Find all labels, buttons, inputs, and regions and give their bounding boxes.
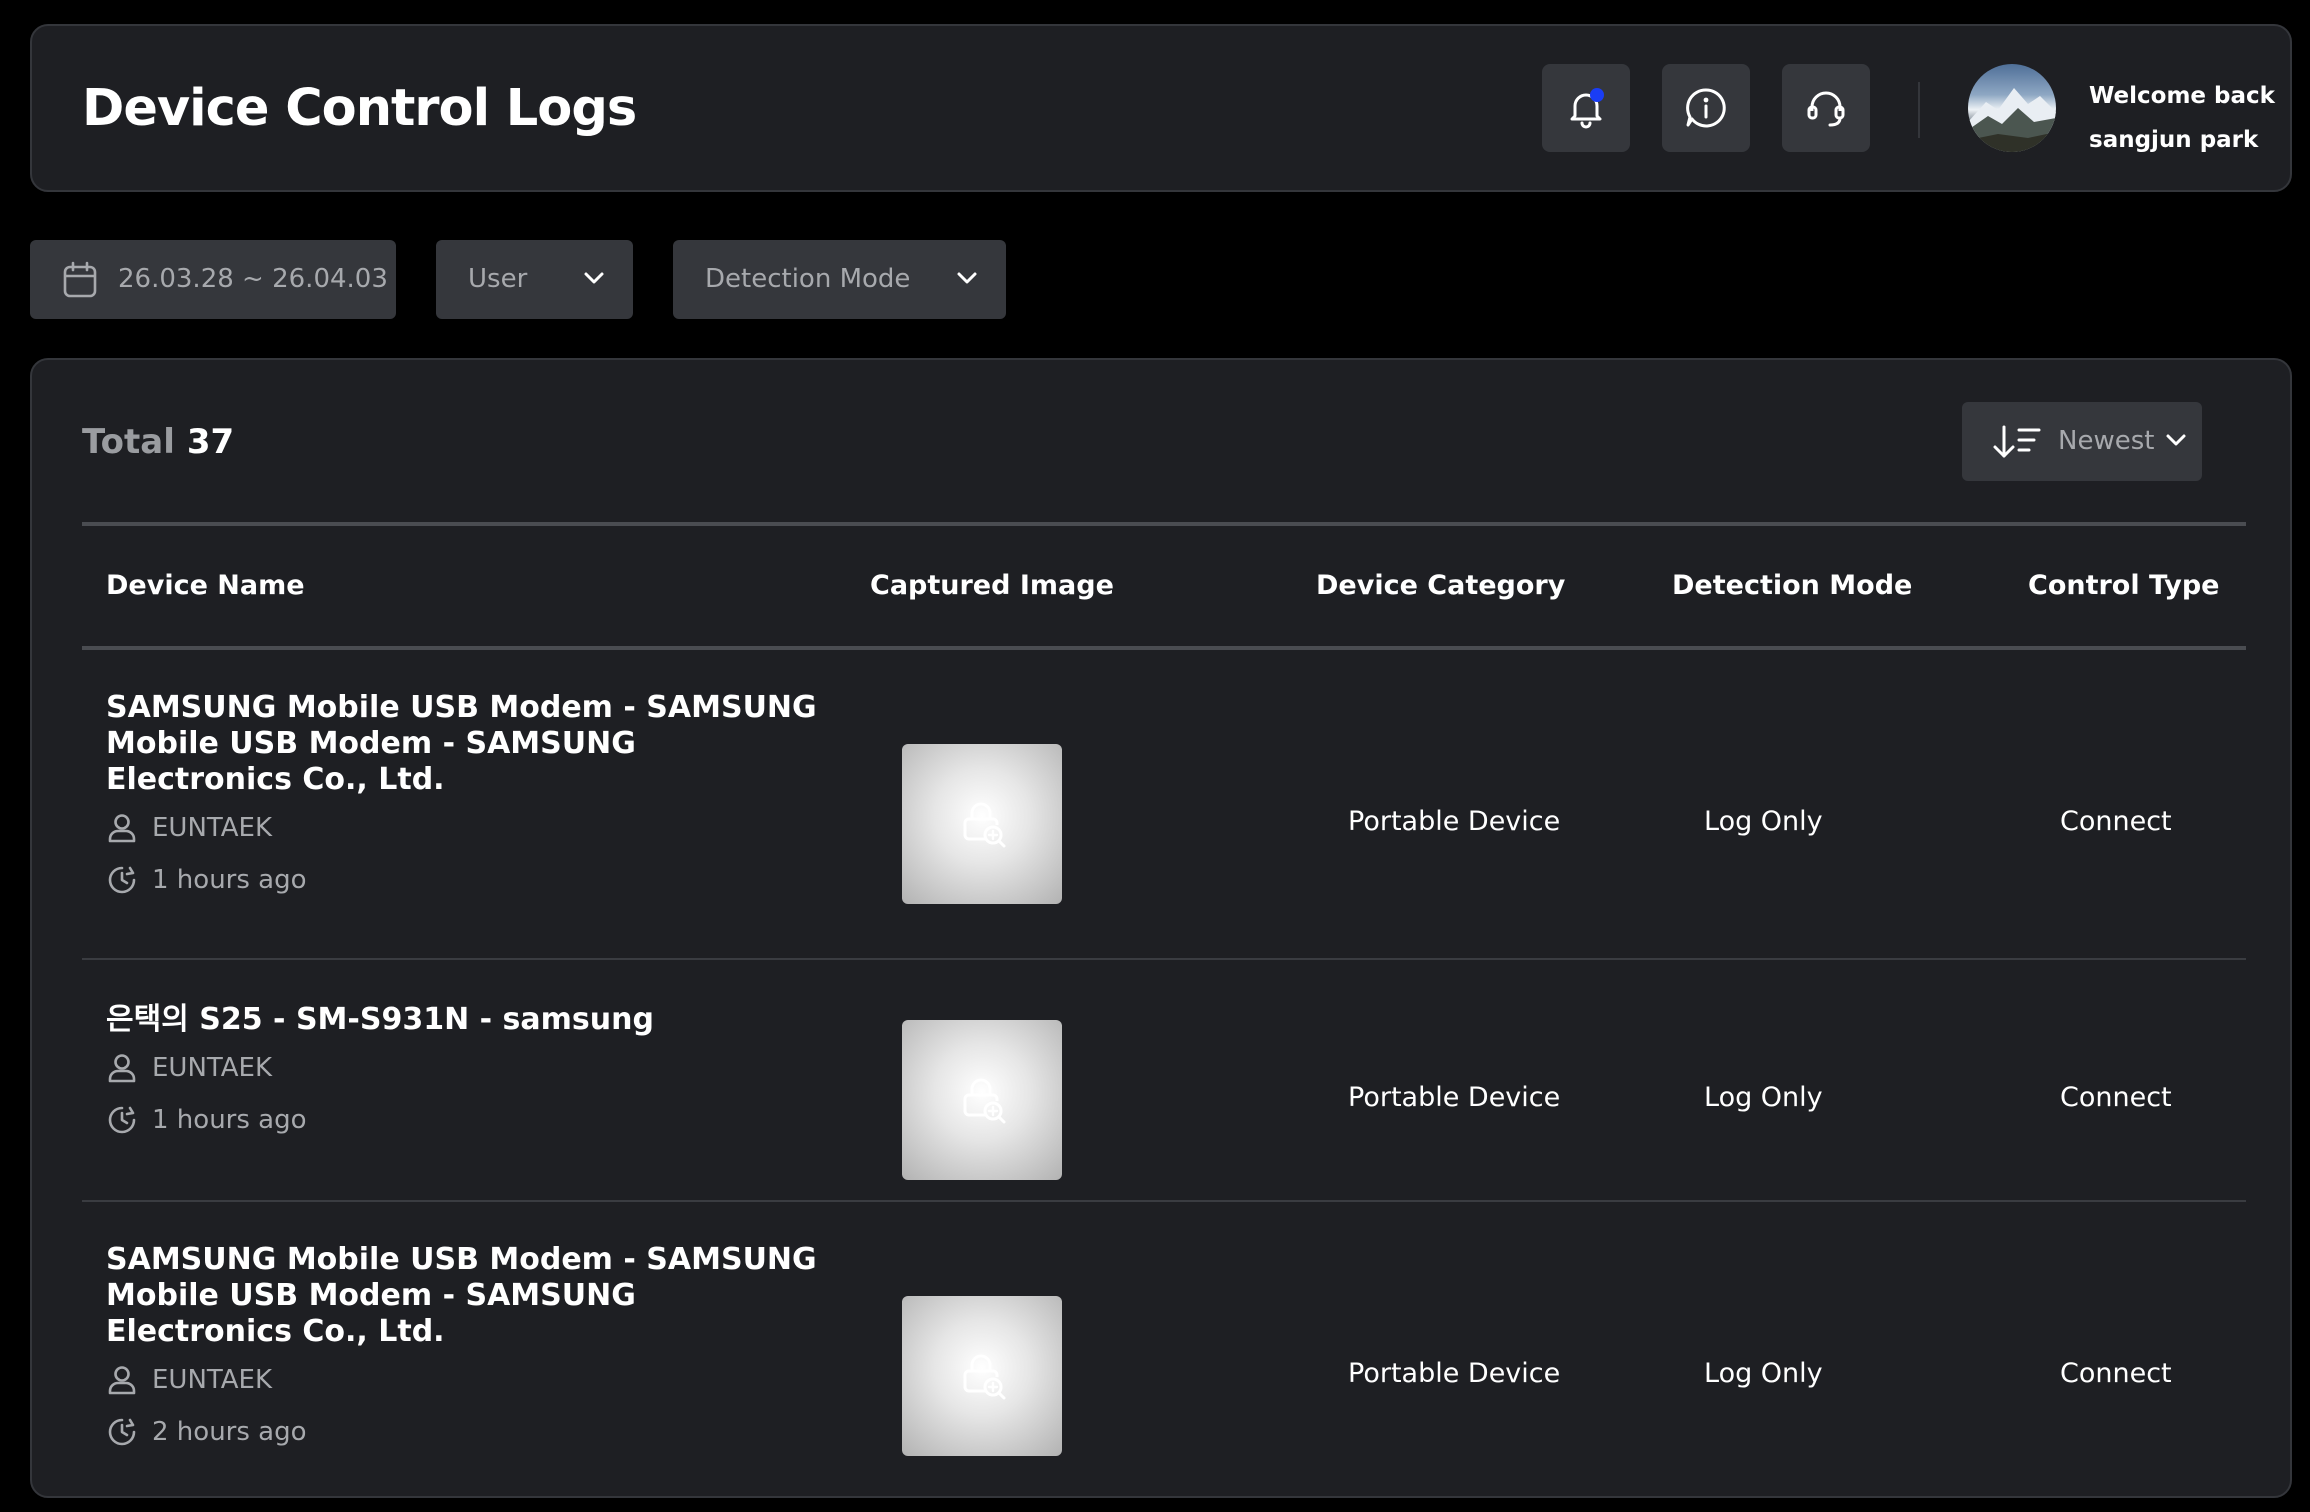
chevron-down-icon (957, 272, 977, 284)
detection-mode-filter-label: Detection Mode (705, 264, 911, 294)
history-clock-icon (108, 1418, 136, 1446)
row-divider (82, 958, 2246, 960)
user-icon (108, 1366, 136, 1395)
avatar[interactable] (1968, 64, 2056, 152)
bell-icon (1570, 88, 1604, 129)
device-category: Portable Device (1348, 1082, 1561, 1113)
mountain-photo (1968, 88, 2056, 152)
notifications-button[interactable] (1542, 64, 1630, 152)
table-row[interactable]: 은택의 S25 - SM-S931N - samsung EUNTAEK 1 h… (82, 1002, 2246, 1202)
header-divider (1918, 82, 1920, 138)
user-filter-label: User (468, 264, 528, 294)
row-user-name: EUNTAEK (152, 1365, 273, 1395)
row-time-ago: 2 hours ago (152, 1417, 307, 1447)
history-clock-icon (108, 1106, 136, 1134)
locked-image-search-icon (963, 1078, 1006, 1124)
sort-dropdown[interactable]: Newest (1962, 402, 2202, 481)
captured-image-thumbnail[interactable] (902, 744, 1062, 904)
control-type: Connect (2060, 1082, 2172, 1113)
sort-label: Newest (2058, 426, 2155, 456)
row-user-name: EUNTAEK (152, 813, 273, 843)
info-button[interactable] (1662, 64, 1750, 152)
row-time: 2 hours ago (106, 1416, 307, 1448)
column-header-detection-mode: Detection Mode (1672, 570, 1913, 601)
history-clock-icon (108, 866, 136, 894)
device-category: Portable Device (1348, 1358, 1561, 1389)
total-label: Total (82, 422, 175, 462)
row-user: EUNTAEK (106, 812, 272, 844)
user-icon (108, 1054, 136, 1083)
locked-image-search-icon (963, 802, 1006, 848)
chevron-down-icon (584, 272, 604, 284)
welcome-block: Welcome back sangjun park (2089, 74, 2275, 162)
welcome-label: Welcome back (2089, 83, 2275, 109)
sort-descending-icon (1993, 425, 2041, 458)
user-icon (108, 814, 136, 843)
column-header-captured-image: Captured Image (870, 570, 1114, 601)
row-user: EUNTAEK (106, 1052, 272, 1084)
control-type: Connect (2060, 1358, 2172, 1389)
info-icon (1686, 88, 1726, 128)
row-time: 1 hours ago (106, 864, 307, 896)
row-time: 1 hours ago (106, 1104, 307, 1136)
logs-card: Total 37 Newest Device Name Captured Imag… (30, 358, 2292, 1498)
locked-image-search-icon (963, 1354, 1006, 1400)
device-name: 은택의 S25 - SM-S931N - samsung (106, 1002, 654, 1037)
detection-mode-filter[interactable]: Detection Mode (673, 240, 1006, 319)
device-name: SAMSUNG Mobile USB Modem - SAMSUNG Mobil… (106, 1242, 817, 1349)
date-range-filter[interactable]: 26.03.28 ~ 26.04.03 (30, 240, 396, 319)
user-filter[interactable]: User (436, 240, 633, 319)
table-row[interactable]: SAMSUNG Mobile USB Modem - SAMSUNG Mobil… (82, 690, 2246, 960)
column-header-control-type: Control Type (2028, 570, 2220, 601)
row-time-ago: 1 hours ago (152, 865, 307, 895)
table-header-rule (82, 646, 2246, 650)
table-top-rule (82, 522, 2246, 526)
page-title: Device Control Logs (82, 79, 637, 138)
detection-mode: Log Only (1704, 1358, 1823, 1389)
table-row[interactable]: SAMSUNG Mobile USB Modem - SAMSUNG Mobil… (82, 1242, 2246, 1512)
chevron-down-icon (2166, 434, 2186, 446)
detection-mode: Log Only (1704, 806, 1823, 837)
date-range-value: 26.03.28 ~ 26.04.03 (118, 264, 388, 294)
headset-icon (1807, 91, 1845, 127)
user-name: sangjun park (2089, 127, 2259, 153)
control-type: Connect (2060, 806, 2172, 837)
device-category: Portable Device (1348, 806, 1561, 837)
row-user: EUNTAEK (106, 1364, 272, 1396)
support-button[interactable] (1782, 64, 1870, 152)
row-user-name: EUNTAEK (152, 1053, 273, 1083)
column-header-device-name: Device Name (106, 570, 305, 601)
row-divider (82, 1200, 2246, 1202)
total-value: 37 (186, 422, 235, 462)
page-header: Device Control Logs Welcome back sangjun… (30, 24, 2292, 192)
calendar-icon (63, 261, 97, 298)
captured-image-thumbnail[interactable] (902, 1020, 1062, 1180)
row-time-ago: 1 hours ago (152, 1105, 307, 1135)
notification-dot (1590, 88, 1604, 102)
captured-image-thumbnail[interactable] (902, 1296, 1062, 1456)
detection-mode: Log Only (1704, 1082, 1823, 1113)
column-header-device-category: Device Category (1316, 570, 1566, 601)
device-name: SAMSUNG Mobile USB Modem - SAMSUNG Mobil… (106, 690, 817, 797)
total-count: Total 37 (82, 422, 234, 462)
